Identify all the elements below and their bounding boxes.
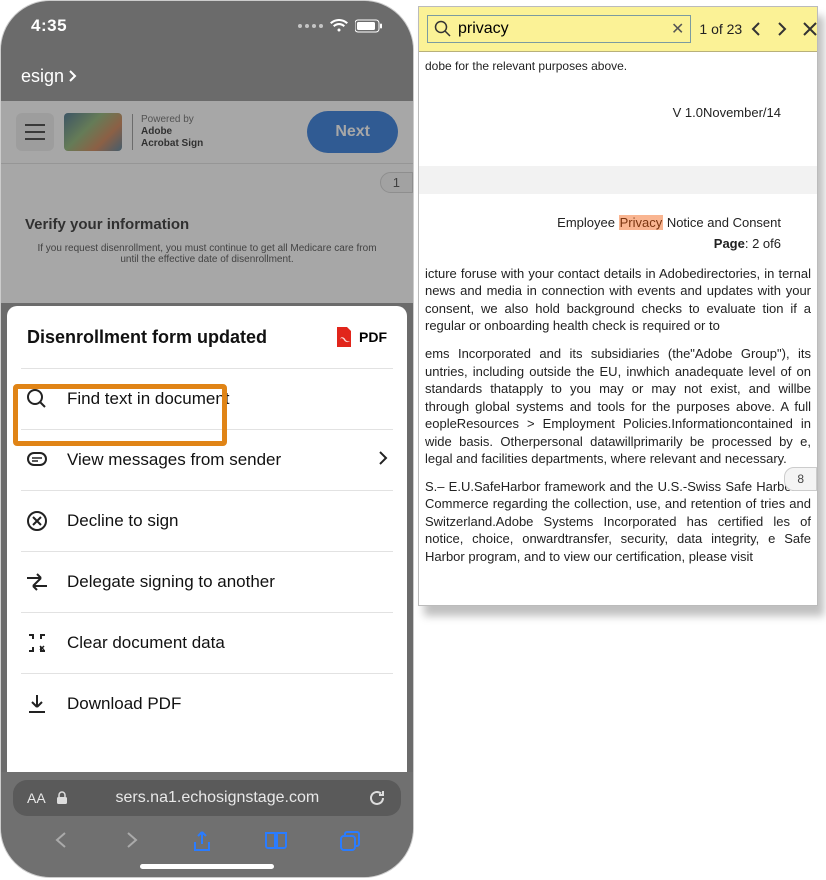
- notice-pre: Employee: [557, 215, 618, 230]
- breadcrumb[interactable]: esign: [1, 51, 413, 101]
- doc-version: V 1.0November/14: [425, 84, 811, 162]
- clear-search-icon[interactable]: ✕: [671, 19, 684, 39]
- app-switcher-dots: [298, 24, 323, 28]
- page-number-badge: 8: [784, 467, 817, 491]
- pdf-label: PDF: [359, 329, 387, 345]
- download-icon: [25, 692, 49, 716]
- doc-paragraph-1: icture foruse with your contact details …: [425, 265, 811, 335]
- browser-chrome: AA sers.na1.echosignstage.com: [1, 772, 413, 877]
- menu-label: Download PDF: [67, 694, 181, 714]
- breadcrumb-label: esign: [21, 66, 64, 87]
- find-input-wrap[interactable]: ✕: [427, 15, 691, 43]
- notice-post: Notice and Consent: [663, 215, 781, 230]
- doc-line-top: dobe for the relevant purposes above.: [425, 58, 811, 74]
- background-dimmed: Powered by Adobe Acrobat Sign Next 1 Ver…: [1, 101, 413, 303]
- menu-label: Decline to sign: [67, 511, 179, 531]
- doc-notice-title: Employee Privacy Notice and Consent: [425, 214, 811, 232]
- action-sheet: Disenrollment form updated PDF Find text…: [7, 306, 407, 791]
- page-divider: [419, 166, 817, 194]
- menu-label: Clear document data: [67, 633, 225, 653]
- find-count: 1 of 23: [699, 21, 742, 37]
- sheet-title: Disenrollment form updated: [27, 327, 267, 348]
- status-icons: [298, 19, 383, 33]
- status-time: 4:35: [31, 16, 67, 36]
- document-body[interactable]: dobe for the relevant purposes above. V …: [419, 52, 817, 582]
- chevron-right-icon: [377, 450, 389, 471]
- menu-decline[interactable]: Decline to sign: [7, 491, 407, 551]
- doc-paragraph-3: S.– E.U.SafeHarbor framework and the U.S…: [425, 478, 811, 566]
- search-icon: [434, 20, 452, 38]
- reload-icon[interactable]: [367, 788, 387, 808]
- text-size-button[interactable]: AA: [27, 790, 46, 806]
- clear-icon: [25, 631, 49, 655]
- message-icon: [25, 448, 49, 472]
- browser-toolbar: [1, 816, 413, 864]
- lock-icon: [56, 791, 68, 805]
- pdf-icon: [333, 326, 355, 348]
- forward-icon[interactable]: [122, 830, 140, 850]
- url-text: sers.na1.echosignstage.com: [78, 789, 357, 807]
- doc-page-indicator: Page: 2 of6: [425, 235, 811, 253]
- page-value: : 2 of6: [745, 236, 781, 251]
- search-icon: [25, 387, 49, 411]
- home-indicator[interactable]: [140, 864, 274, 869]
- prev-match-icon[interactable]: [750, 21, 762, 37]
- page-label: Page: [714, 236, 745, 251]
- pdf-badge: PDF: [333, 326, 387, 348]
- address-bar[interactable]: AA sers.na1.echosignstage.com: [13, 780, 401, 816]
- menu-delegate[interactable]: Delegate signing to another: [7, 552, 407, 612]
- share-icon[interactable]: [192, 830, 212, 854]
- status-bar: 4:35: [1, 1, 413, 51]
- menu-find-text[interactable]: Find text in document: [7, 369, 407, 429]
- battery-icon: [355, 19, 383, 33]
- dim-overlay[interactable]: [1, 101, 413, 303]
- menu-view-messages[interactable]: View messages from sender: [7, 430, 407, 490]
- phone-frame: 4:35 esign Powered by Adobe Acrobat: [0, 0, 414, 878]
- find-input[interactable]: [458, 20, 665, 38]
- next-match-icon[interactable]: [776, 21, 788, 37]
- close-find-icon[interactable]: [802, 21, 818, 37]
- find-bar: ✕ 1 of 23: [419, 7, 817, 52]
- menu-label: Delegate signing to another: [67, 572, 275, 592]
- menu-download[interactable]: Download PDF: [7, 674, 407, 734]
- chevron-right-icon: [67, 69, 79, 83]
- delegate-icon: [25, 570, 49, 594]
- tabs-icon[interactable]: [339, 830, 361, 852]
- menu-clear-data[interactable]: Clear document data: [7, 613, 407, 673]
- wifi-icon: [329, 19, 349, 33]
- search-highlight: Privacy: [619, 215, 664, 230]
- bookmarks-icon[interactable]: [264, 830, 288, 850]
- decline-icon: [25, 509, 49, 533]
- menu-label: Find text in document: [67, 389, 230, 409]
- doc-paragraph-2: ems Incorporated and its subsidiaries (t…: [425, 345, 811, 468]
- document-window: ✕ 1 of 23 dobe for the relevant purposes…: [418, 6, 818, 606]
- menu-label: View messages from sender: [67, 450, 281, 470]
- back-icon[interactable]: [53, 830, 71, 850]
